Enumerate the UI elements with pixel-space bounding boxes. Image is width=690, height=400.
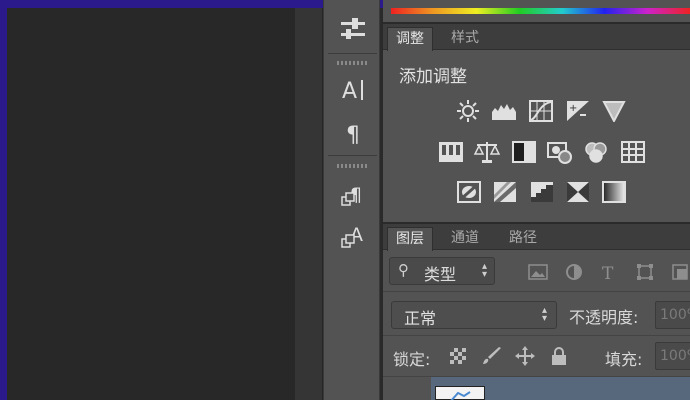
svg-text:A: A: [342, 79, 357, 102]
selective-color-icon[interactable]: [565, 179, 591, 205]
adjustments-title: 添加调整: [399, 67, 467, 87]
swatches-panel: [383, 0, 690, 22]
strip-separator: [328, 53, 377, 54]
color-balance-icon[interactable]: [474, 139, 500, 165]
tab-adjustments[interactable]: 调整: [387, 27, 433, 51]
tab-paths[interactable]: 路径: [501, 227, 545, 250]
svg-text:¶: ¶: [346, 123, 360, 146]
panel-dock-gutter: [295, 8, 323, 400]
filter-shape-layers-icon[interactable]: [634, 261, 656, 283]
layers-tabbar: 图层 通道 路径: [383, 224, 690, 251]
character-panel-icon[interactable]: A: [336, 74, 370, 104]
filter-adjustment-layers-icon[interactable]: [563, 261, 585, 283]
tab-channels[interactable]: 通道: [443, 227, 487, 250]
svg-text:T: T: [602, 264, 614, 281]
strip-separator: [328, 155, 377, 156]
hue-saturation-icon[interactable]: [438, 139, 464, 165]
tab-styles[interactable]: 样式: [443, 27, 487, 50]
vibrance-icon[interactable]: [601, 98, 627, 124]
paragraph-styles-icon[interactable]: ¶: [336, 180, 370, 210]
adjustments-panel: 调整 样式 添加调整 +: [383, 24, 690, 222]
lock-image-pixels-icon[interactable]: [481, 345, 503, 367]
strip-grip[interactable]: [337, 164, 367, 168]
exposure-icon[interactable]: +: [565, 98, 591, 124]
invert-icon[interactable]: [456, 179, 482, 205]
properties-panel-icon[interactable]: [336, 14, 370, 44]
layer-thumbnail[interactable]: [435, 386, 485, 400]
updown-arrows-icon: ▴ ▾: [482, 261, 488, 280]
lock-label: 锁定:: [393, 350, 431, 369]
paragraph-panel-icon[interactable]: ¶: [336, 118, 370, 148]
black-white-icon[interactable]: [511, 139, 537, 165]
curves-icon[interactable]: [528, 98, 554, 124]
row-divider: [383, 291, 690, 292]
strip-grip[interactable]: [337, 61, 367, 65]
search-icon: ⚲: [398, 261, 409, 279]
filter-pixel-layers-icon[interactable]: [527, 261, 549, 283]
filter-type-layers-icon[interactable]: T: [598, 261, 620, 283]
window-left-border: [0, 8, 7, 400]
collapsed-panel-strip: A ¶ ¶ A: [323, 0, 380, 400]
posterize-icon[interactable]: [492, 179, 518, 205]
channel-mixer-icon[interactable]: [583, 139, 609, 165]
layer-filter-select[interactable]: ⚲ 类型 ▴ ▾: [389, 257, 495, 285]
fill-label: 填充:: [605, 350, 643, 369]
character-styles-icon[interactable]: A: [336, 222, 370, 252]
blend-mode-value: 正常: [404, 309, 437, 328]
threshold-icon[interactable]: [529, 179, 555, 205]
document-canvas[interactable]: [7, 8, 295, 400]
lock-all-icon[interactable]: [548, 345, 570, 367]
opacity-input[interactable]: 100%: [655, 301, 690, 329]
fill-input[interactable]: 100%: [655, 342, 690, 370]
levels-icon[interactable]: [491, 98, 517, 124]
svg-text:+: +: [569, 103, 577, 114]
layer-filter-kind: 类型: [424, 265, 457, 284]
lock-position-icon[interactable]: [514, 345, 536, 367]
opacity-label: 不透明度:: [569, 308, 639, 327]
tab-layers[interactable]: 图层: [387, 227, 433, 251]
layers-panel: 图层 通道 路径 ⚲ 类型 ▴▾ T 正常 ▴▾ 不透明度: 100% 锁定:: [383, 224, 690, 400]
adjustments-tabbar: 调整 样式: [383, 24, 690, 51]
filter-smart-objects-icon[interactable]: [669, 261, 690, 283]
color-lookup-icon[interactable]: [620, 139, 646, 165]
brightness-contrast-icon[interactable]: [455, 98, 481, 124]
photo-filter-icon[interactable]: [547, 139, 573, 165]
gradient-map-icon[interactable]: [601, 179, 627, 205]
lock-transparent-pixels-icon[interactable]: [447, 345, 469, 367]
blend-mode-select[interactable]: 正常 ▴ ▾: [391, 301, 557, 329]
color-spectrum-bar[interactable]: [391, 8, 690, 14]
updown-arrows-icon: ▴ ▾: [542, 305, 548, 324]
row-divider: [383, 335, 690, 336]
